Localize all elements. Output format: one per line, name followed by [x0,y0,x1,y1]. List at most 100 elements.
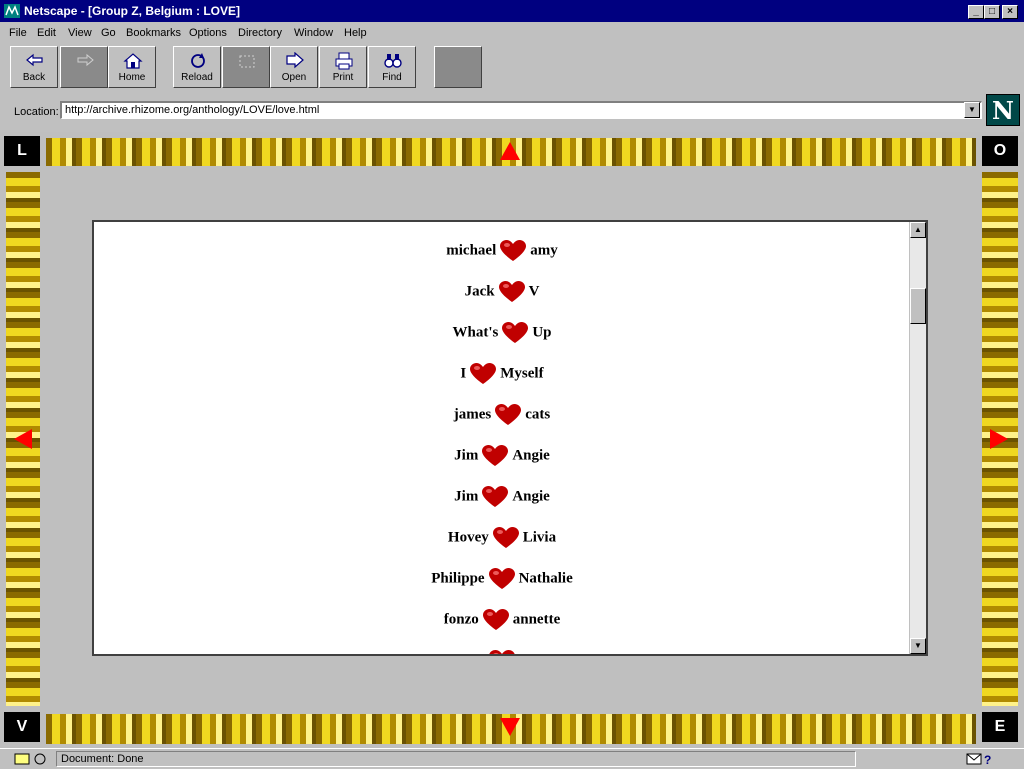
scroll-up-button[interactable]: ▲ [910,222,926,238]
netscape-logo[interactable]: N [986,94,1020,126]
toolbar: Back Home Reload Open Print Find [0,44,1024,92]
love-right-name: Up [532,324,552,341]
love-left-name: fonzo [443,611,479,628]
heart-icon [482,486,509,507]
location-label: Location: [14,106,59,118]
heart-icon [470,363,497,384]
scroll-thumb[interactable] [910,288,926,324]
menu-help[interactable]: Help [344,27,367,39]
forward-button[interactable] [60,46,108,88]
corner-letter-top-right: O [982,136,1018,166]
netscape-window: Netscape - [Group Z, Belgium : LOVE] _ □… [0,0,1024,768]
stop-button[interactable] [434,46,482,88]
home-icon [123,53,143,69]
forward-arrow-icon [77,53,94,67]
menu-edit[interactable]: Edit [37,27,56,39]
find-button[interactable]: Find [368,46,416,88]
printer-icon [335,52,353,70]
love-row: Jim Angie [94,486,910,508]
mail-icon[interactable]: ? [966,752,996,766]
love-row: Jim Angie [94,445,910,467]
heart-icon [498,281,525,302]
love-right-name: V [528,283,540,300]
love-right-name: Angie [512,488,550,505]
location-dropdown-button[interactable]: ▼ [964,102,980,118]
love-left-name: Philippe [431,570,485,587]
love-right-name: Livia [522,529,557,546]
love-right-name: Nathalie [518,570,573,587]
status-text: Document: Done [56,751,856,767]
open-label: Open [281,72,307,83]
menu-go[interactable]: Go [101,27,116,39]
love-left-name: Hovey [447,529,489,546]
svg-text:?: ? [984,753,991,766]
left-arrow-icon[interactable] [12,427,34,451]
love-right-name: Angie [512,447,550,464]
back-label: Back [22,72,46,83]
menu-options[interactable]: Options [189,27,227,39]
heart-icon [495,404,522,425]
home-label: Home [118,72,146,83]
love-row: Jack V [94,281,910,303]
status-bar: Document: Done ? [0,748,1024,769]
print-button[interactable]: Print [319,46,367,88]
love-row: Hovey Livia [94,527,910,549]
binoculars-icon [384,54,402,68]
home-button[interactable]: Home [108,46,156,88]
find-label: Find [382,72,402,83]
up-arrow-icon[interactable] [498,140,522,162]
love-list-frame: michael amy Jack V What's Up I Myself james cats J… [92,220,928,656]
location-input[interactable]: http://archive.rhizome.org/anthology/LOV… [60,101,982,119]
love-row: michael amy [94,240,910,262]
back-arrow-icon [26,53,43,67]
love-right-name: amy [530,242,558,259]
love-left-name: Jim [454,447,479,464]
love-row: fonzo annette [94,609,910,631]
vertical-scrollbar[interactable]: ▲ ▼ [909,222,926,654]
close-button[interactable]: × [1002,5,1018,19]
menu-bar: File Edit View Go Bookmarks Options Dire… [0,24,1024,44]
love-row: What's Up [94,322,910,344]
reload-button[interactable]: Reload [173,46,221,88]
window-title: Netscape - [Group Z, Belgium : LOVE] [24,4,241,18]
title-bar[interactable]: Netscape - [Group Z, Belgium : LOVE] _ □… [0,0,1024,22]
love-right-name: Myself [500,365,544,382]
location-bar: Location: http://archive.rhizome.org/ant… [0,96,1024,130]
reload-label: Reload [181,72,213,83]
images-button[interactable] [222,46,270,88]
menu-window[interactable]: Window [294,27,333,39]
love-left-name: michael [446,242,497,259]
love-row: Philippe Nathalie [94,568,910,590]
maximize-button[interactable]: □ [984,5,1000,19]
love-left-name: Jim [454,488,479,505]
menu-file[interactable]: File [9,27,27,39]
open-button[interactable]: Open [270,46,318,88]
love-right-name: cats [525,406,551,423]
netscape-app-icon[interactable] [4,4,20,18]
love-right-name: annette [512,611,561,628]
menu-view[interactable]: View [68,27,92,39]
heart-icon [492,527,519,548]
love-left-name: james [453,406,492,423]
heart-icon [500,240,527,261]
heart-icon [489,650,515,654]
open-icon [286,52,304,69]
back-button[interactable]: Back [10,46,58,88]
right-arrow-icon[interactable] [988,427,1010,451]
love-row: I Myself [94,363,910,385]
images-icon [239,55,255,68]
love-left-name: I [460,365,467,382]
heart-icon [482,609,509,630]
love-left-name: What's [452,324,499,341]
menu-directory[interactable]: Directory [238,27,282,39]
heart-icon [482,445,509,466]
love-list: michael amy Jack V What's Up I Myself james cats J… [94,222,910,654]
corner-letter-bottom-left: V [4,712,40,742]
security-key-icon[interactable] [14,752,48,766]
scroll-down-button[interactable]: ▼ [910,638,926,654]
love-left-name: Jack [464,283,495,300]
menu-bookmarks[interactable]: Bookmarks [126,27,181,39]
down-arrow-icon[interactable] [498,716,522,738]
minimize-button[interactable]: _ [968,5,984,19]
corner-letter-top-left: L [4,136,40,166]
